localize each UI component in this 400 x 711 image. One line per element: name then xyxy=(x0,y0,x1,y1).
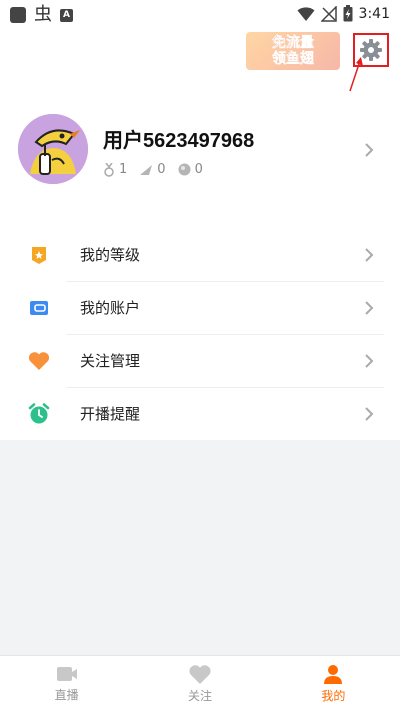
bottom-navigation: 直播 关注 我的 xyxy=(0,655,400,711)
profile-chevron-right-icon[interactable] xyxy=(364,142,374,158)
menu-list: 我的等级 我的账户 关注管理 开播提醒 xyxy=(0,228,400,440)
bug-notification-icon: 虫 xyxy=(34,4,52,25)
level-badge-icon xyxy=(28,244,50,266)
heart-icon xyxy=(189,664,211,684)
tab-follow[interactable]: 关注 xyxy=(133,656,266,711)
menu-item-follow-management[interactable]: 关注管理 xyxy=(0,334,400,387)
tab-live-label: 直播 xyxy=(54,688,79,702)
menu-item-live-reminder[interactable]: 开播提醒 xyxy=(0,387,400,440)
tab-live[interactable]: 直播 xyxy=(0,656,133,711)
menu-item-label: 我的账户 xyxy=(80,299,141,317)
stat-fin-value: 0 xyxy=(157,162,166,177)
status-notification-icons: 虫 A xyxy=(10,6,73,24)
menu-item-account[interactable]: 我的账户 xyxy=(0,281,400,334)
tab-follow-label: 关注 xyxy=(187,688,212,703)
heart-icon xyxy=(28,350,50,372)
username: 用户5623497968 xyxy=(103,130,255,152)
video-camera-icon xyxy=(56,667,77,681)
coin-icon xyxy=(178,163,191,176)
tab-mine-label: 我的 xyxy=(321,689,346,703)
stat-coin: 0 xyxy=(178,162,203,177)
chevron-right-icon xyxy=(365,407,374,421)
stat-medal-value: 1 xyxy=(119,162,128,177)
stat-fin: 0 xyxy=(139,162,166,177)
status-system-icons: 3:41 xyxy=(297,5,390,22)
chevron-right-icon xyxy=(365,354,374,368)
profile-stats: 1 0 0 xyxy=(103,162,203,177)
no-signal-icon xyxy=(320,5,337,22)
menu-item-label: 我的等级 xyxy=(80,246,141,264)
person-icon xyxy=(324,665,343,684)
avatar[interactable] xyxy=(18,114,88,184)
tab-mine[interactable]: 我的 xyxy=(267,656,400,711)
menu-item-label: 关注管理 xyxy=(80,352,141,370)
alarm-clock-icon xyxy=(28,403,50,425)
free-data-promo-banner[interactable]: 免流量 领鱼翅 xyxy=(246,32,340,70)
fin-icon xyxy=(140,164,153,175)
promo-line1: 免流量 xyxy=(272,35,314,51)
annotation-arrow-icon xyxy=(349,57,363,92)
battery-charging-icon xyxy=(343,5,353,22)
stat-coin-value: 0 xyxy=(194,162,203,177)
status-bar: 虫 A 3:41 xyxy=(0,0,400,30)
promo-line2: 领鱼翅 xyxy=(272,51,314,67)
chevron-right-icon xyxy=(365,248,374,262)
menu-item-level[interactable]: 我的等级 xyxy=(0,228,400,281)
stat-medal: 1 xyxy=(103,162,127,177)
menu-item-label: 开播提醒 xyxy=(80,405,141,423)
avatar-illustration-icon xyxy=(18,114,88,184)
status-time: 3:41 xyxy=(358,5,390,22)
app-notification-icon xyxy=(10,7,26,23)
wifi-icon xyxy=(297,6,315,21)
wallet-icon xyxy=(28,297,50,319)
medal-icon xyxy=(104,162,114,177)
a-notification-icon: A xyxy=(60,8,73,22)
chevron-right-icon xyxy=(365,301,374,315)
